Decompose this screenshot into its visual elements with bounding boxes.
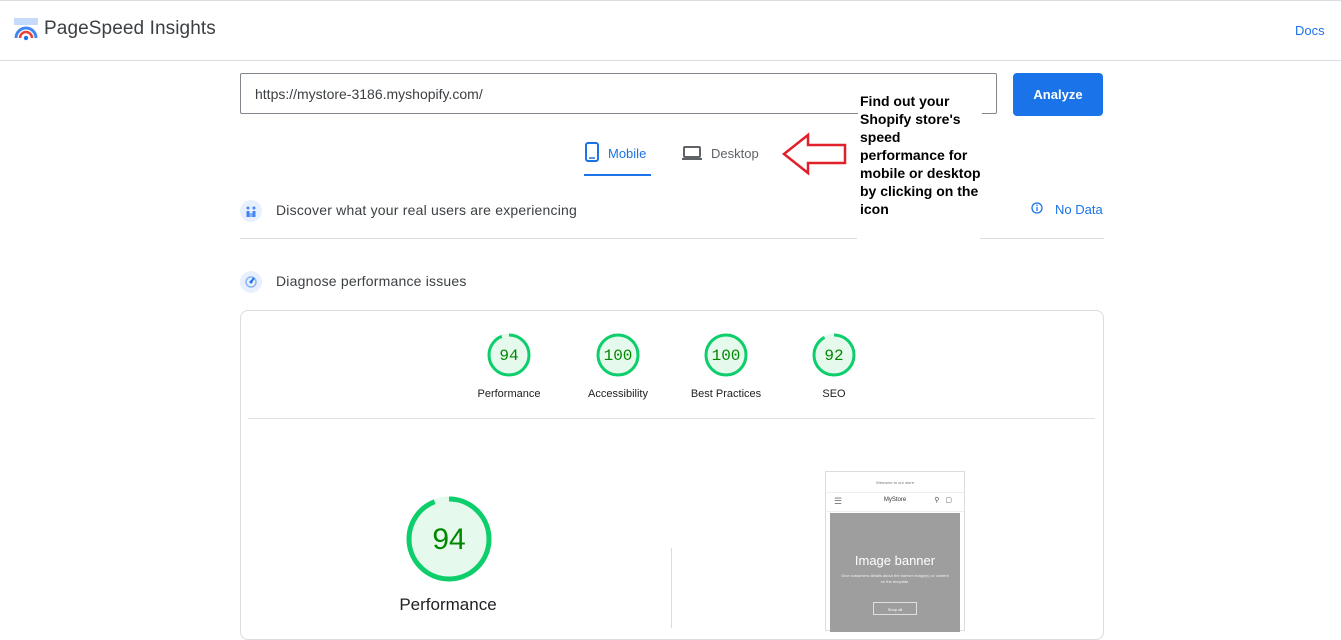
main-score-label: Performance <box>399 595 497 614</box>
score-gauge-performance[interactable]: 94 Performance <box>454 332 564 400</box>
page-screenshot-preview: Welcome to our store ☰ MyStore ⚲▢ Image … <box>825 471 965 632</box>
lab-data-title: Diagnose performance issues <box>276 273 467 289</box>
preview-shop-button: Shop all <box>873 602 917 615</box>
search-cart-icon: ⚲▢ <box>934 497 958 504</box>
docs-link[interactable]: Docs <box>1295 23 1325 38</box>
field-data-title: Discover what your real users are experi… <box>276 202 577 218</box>
score-label: Best Practices <box>690 388 762 400</box>
score-label: Accessibility <box>588 388 648 400</box>
diagnose-icon <box>240 271 262 293</box>
laptop-icon <box>681 142 703 165</box>
section-divider <box>980 238 1104 239</box>
analyze-button[interactable]: Analyze <box>1013 73 1103 116</box>
score-value: 100 <box>712 347 741 365</box>
preview-banner: Image banner Give customers details abou… <box>830 513 960 632</box>
score-value: 94 <box>499 347 518 365</box>
no-data-label: No Data <box>1055 202 1103 217</box>
card-divider <box>248 418 1095 419</box>
score-value: 92 <box>824 347 843 365</box>
score-label: SEO <box>822 388 846 400</box>
phone-icon <box>584 142 600 165</box>
performance-main-gauge: 94 <box>405 495 493 588</box>
preview-banner-title: Image banner <box>854 553 936 568</box>
vertical-divider <box>671 548 672 628</box>
pagespeed-logo-icon[interactable] <box>14 18 38 42</box>
score-gauge-seo[interactable]: 92 SEO <box>779 332 889 400</box>
tab-desktop-label: Desktop <box>711 146 759 161</box>
info-icon <box>1031 202 1043 217</box>
gauge-ring: 100 <box>596 333 640 377</box>
score-label: Performance <box>477 388 541 400</box>
score-value: 100 <box>604 347 633 365</box>
annotation-callout: Find out your Shopify store's speed perf… <box>858 92 982 222</box>
section-divider <box>240 238 857 239</box>
tab-mobile[interactable]: Mobile <box>584 142 651 176</box>
score-gauge-best-practices[interactable]: 100 Best Practices <box>671 332 781 400</box>
left-arrow-icon <box>781 132 848 176</box>
preview-nav: ☰ MyStore ⚲▢ <box>826 492 964 512</box>
gauge-ring: 100 <box>704 333 748 377</box>
tab-desktop[interactable]: Desktop <box>681 142 765 176</box>
app-title: PageSpeed Insights <box>44 18 216 39</box>
preview-announcement: Welcome to our store <box>876 480 914 485</box>
gauge-ring: 94 <box>487 333 531 377</box>
main-score-value: 94 <box>432 523 465 556</box>
gauge-ring: 92 <box>812 333 856 377</box>
tab-mobile-label: Mobile <box>608 146 647 161</box>
score-gauge-accessibility[interactable]: 100 Accessibility <box>563 332 673 400</box>
users-icon <box>240 200 262 222</box>
preview-banner-subtitle: Give customers details about the banner … <box>841 573 949 584</box>
gauge-ring: 94 <box>406 496 492 582</box>
no-data-link[interactable]: No Data <box>1031 202 1103 217</box>
